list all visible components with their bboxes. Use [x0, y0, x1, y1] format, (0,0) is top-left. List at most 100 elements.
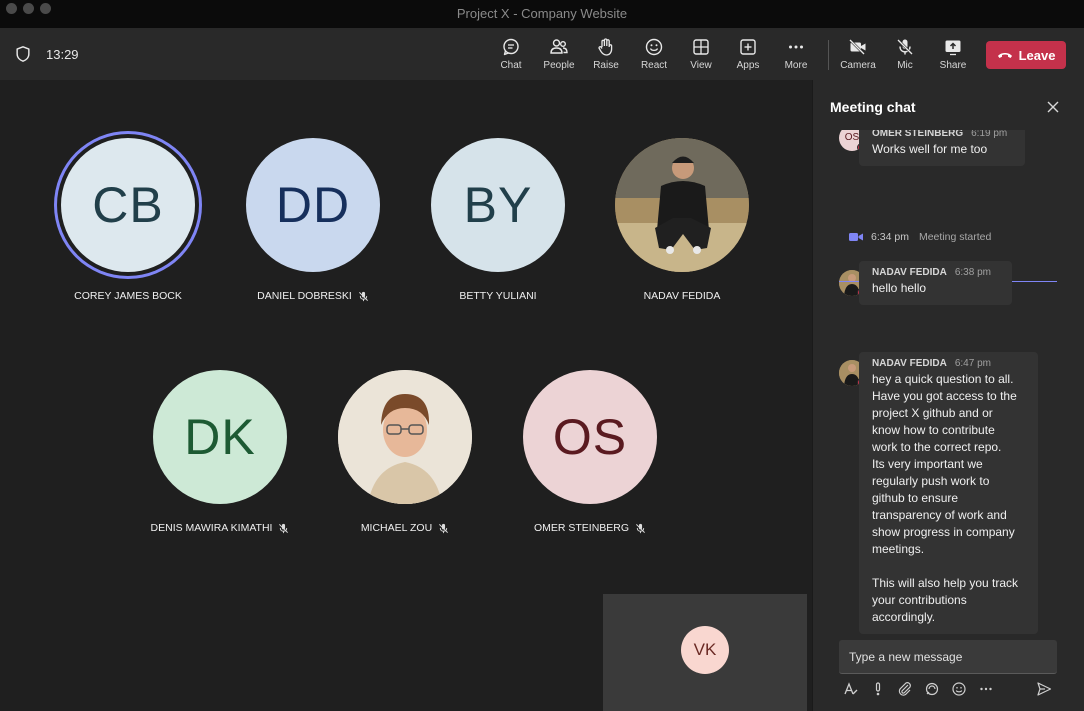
participant-name-text: DENIS MAWIRA KIMATHI [150, 522, 273, 534]
participant-name: NADAV FEDIDA [587, 290, 777, 302]
meeting-timer: 13:29 [46, 47, 79, 62]
message-time: 6:19 pm [971, 130, 1008, 139]
participant-name-text: DANIEL DOBRESKI [257, 290, 352, 302]
meeting-toolbar: 13:29 Chat People Raise React View Apps … [0, 28, 1084, 80]
mic-off-icon [636, 523, 645, 533]
person-photo [338, 370, 472, 504]
react-button[interactable]: React [630, 37, 678, 71]
more-button[interactable]: More [772, 37, 820, 71]
participant-name-text: BETTY YULIANI [459, 290, 537, 302]
message-header: NADAV FEDIDA 6:38 pm [872, 267, 999, 278]
view-button-label: View [690, 60, 712, 71]
people-button[interactable]: People [535, 37, 583, 71]
view-button[interactable]: View [677, 37, 725, 71]
raise-hand-icon [598, 38, 613, 56]
participant-name-text: OMER STEINBERG [533, 522, 630, 534]
self-avatar: VK [681, 626, 729, 674]
avatar: BY [431, 138, 565, 272]
title-bar: Project X - Company Website [0, 0, 1084, 28]
chat-icon [503, 38, 519, 56]
system-message: 6:34 pm Meeting started [849, 231, 991, 243]
raise-hand-button[interactable]: Raise [582, 37, 630, 71]
avatar-initials: BY [463, 177, 533, 233]
shield-icon [16, 46, 30, 62]
message-bubble: NADAV FEDIDA 6:38 pm hello hello [859, 261, 1012, 305]
react-icon [645, 38, 663, 56]
message-text: hello hello [872, 281, 927, 295]
system-text: Meeting started [918, 231, 992, 243]
teams-meeting-window: Project X - Company Website 13:29 Chat P… [0, 0, 1084, 711]
attach-icon[interactable] [897, 681, 913, 697]
participant-name: DENIS MAWIRA KIMATHI [125, 522, 315, 534]
apps-button-label: Apps [736, 60, 760, 71]
system-time: 6:34 pm [871, 231, 909, 243]
format-icon[interactable] [843, 681, 859, 697]
participant-tile-betty-yuliani[interactable]: BY BETTY YULIANI [403, 138, 593, 302]
more-icon [789, 45, 803, 49]
toolbar-divider [828, 40, 829, 70]
participant-tile-daniel-dobreski[interactable]: DD DANIEL DOBRESKI [218, 138, 408, 302]
message-time: 6:47 pm [954, 358, 991, 369]
close-icon[interactable] [1046, 100, 1060, 114]
camera-off-icon [849, 39, 866, 55]
view-icon [693, 39, 709, 55]
priority-icon[interactable] [870, 681, 886, 697]
send-icon[interactable] [1036, 681, 1052, 697]
participant-name: BETTY YULIANI [403, 290, 593, 302]
emoji-icon[interactable] [951, 681, 967, 697]
camera-button-label: Camera [840, 60, 876, 71]
chat-message-list[interactable]: OS OMER STEINBERG 6:19 pm Works well for … [813, 130, 1084, 635]
message-bubble: OMER STEINBERG 6:19 pm Works well for me … [859, 130, 1025, 166]
participant-tile-nadav-fedida[interactable]: NADAV FEDIDA [587, 138, 777, 302]
participant-tile-denis-mawira-kimathi[interactable]: DK DENIS MAWIRA KIMATHI [125, 370, 315, 534]
avatar-photo [615, 138, 749, 272]
leave-button[interactable]: Leave [986, 41, 1066, 69]
participant-tile-corey-james-bock[interactable]: CB COREY JAMES BOCK [33, 138, 223, 302]
chat-button[interactable]: Chat [487, 37, 535, 71]
chat-button-label: Chat [500, 60, 522, 71]
apps-icon [740, 39, 756, 55]
camera-button[interactable]: Camera [834, 37, 882, 71]
avatar: CB [61, 138, 195, 272]
loop-icon[interactable] [924, 681, 940, 697]
share-button[interactable]: Share [929, 37, 977, 71]
video-camera-icon [849, 233, 863, 241]
participant-name: COREY JAMES BOCK [33, 290, 223, 302]
avatar: OS [523, 370, 657, 504]
raise-button-label: Raise [593, 60, 619, 71]
more-button-label: More [784, 60, 808, 71]
participant-name-text: COREY JAMES BOCK [74, 290, 182, 302]
leave-button-label: Leave [1018, 47, 1056, 63]
avatar-initials: OS [552, 409, 628, 465]
more-options-icon[interactable] [978, 681, 994, 697]
people-icon [550, 39, 568, 54]
mic-button[interactable]: Mic [881, 37, 929, 71]
avatar-photo [338, 370, 472, 504]
chat-panel-title: Meeting chat [830, 99, 916, 115]
apps-button[interactable]: Apps [724, 37, 772, 71]
participants-stage: CB COREY JAMES BOCK DD DANIEL DOBRESKI B… [0, 80, 812, 711]
mic-off-icon [897, 39, 913, 55]
message-header: OMER STEINBERG 6:19 pm [872, 130, 1012, 139]
message-author: NADAV FEDIDA [872, 267, 947, 278]
avatar: DK [153, 370, 287, 504]
mic-off-icon [439, 523, 449, 533]
participant-name-text: NADAV FEDIDA [643, 290, 721, 302]
mic-button-label: Mic [897, 60, 913, 71]
participant-tile-michael-zou[interactable]: MICHAEL ZOU [310, 370, 500, 534]
self-video-tile[interactable]: VK [603, 594, 807, 711]
participant-name-text: MICHAEL ZOU [360, 522, 433, 534]
participant-name: DANIEL DOBRESKI [218, 290, 408, 302]
avatar-initials: DD [275, 177, 351, 233]
message-compose-input[interactable]: Type a new message [839, 640, 1057, 674]
compose-toolbar [843, 681, 1059, 699]
avatar-initials: CB [92, 177, 164, 233]
participant-tile-omer-steinberg[interactable]: OS OMER STEINBERG [495, 370, 685, 534]
person-photo [615, 138, 749, 272]
react-button-label: React [640, 60, 668, 71]
meeting-chat-panel: Meeting chat OS OMER STEINBERG 6:19 pm Wo… [812, 80, 1084, 711]
avatar-initials: DK [184, 409, 256, 465]
participant-name: MICHAEL ZOU [310, 522, 500, 534]
people-button-label: People [543, 60, 575, 71]
mic-off-icon [279, 523, 289, 533]
